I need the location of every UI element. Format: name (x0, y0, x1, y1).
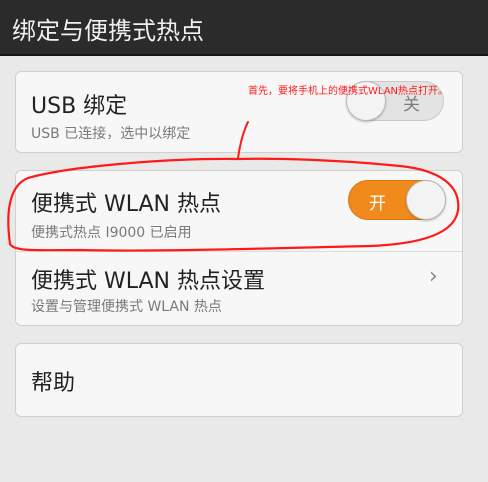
annotation-ink (7, 121, 460, 252)
annotation-stroke (237, 121, 249, 159)
annotation-circle (7, 157, 460, 252)
